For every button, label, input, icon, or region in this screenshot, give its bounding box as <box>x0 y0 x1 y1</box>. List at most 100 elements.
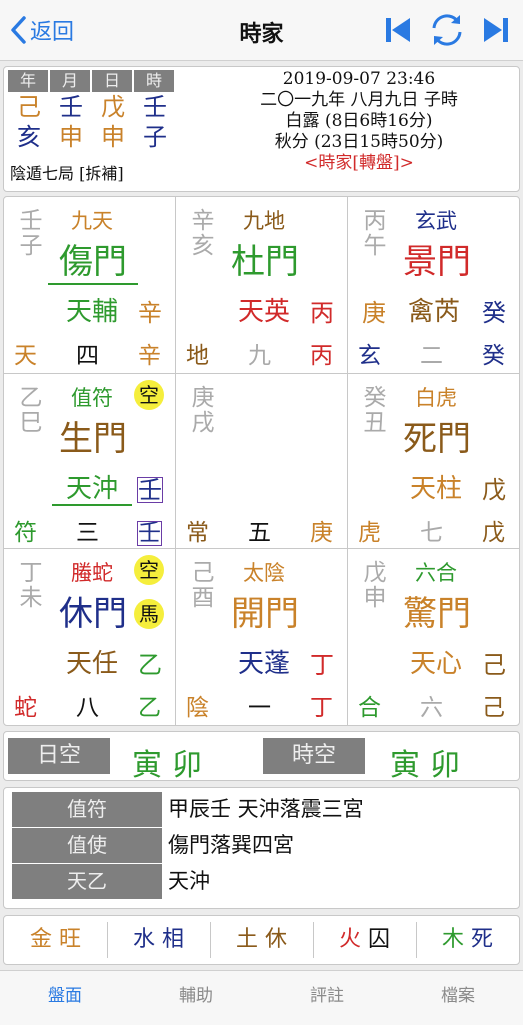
palace-heaven-stem: 己 <box>482 651 506 679</box>
palace-deity: 太陰 <box>243 561 285 585</box>
palace-deity: 值符 <box>71 386 113 410</box>
day-void-value: 寅卯 <box>132 748 212 783</box>
palace-stem-branch: 丁未 <box>19 560 43 611</box>
phase-element: 木 <box>441 927 464 952</box>
palace-heaven-stem: 壬 <box>137 476 163 504</box>
info-value: 傷門落巽四宮 <box>168 833 294 857</box>
solar-term-1: 白露 (8日6時16分) <box>285 111 433 131</box>
phase-element: 金 <box>29 927 52 952</box>
tab-board[interactable]: 盤面 <box>0 971 130 1025</box>
palace-dui[interactable]: 癸丑 白虎 死門 天柱 戊 虎 七 戊 <box>348 374 519 549</box>
skip-back-icon[interactable] <box>383 15 413 45</box>
palace-earth-stem: 癸 <box>482 343 505 369</box>
lunar-date: 二〇一九年 八月九日 子時 <box>260 90 458 110</box>
palace-star: 天任 <box>65 649 118 679</box>
tab-notes[interactable]: 評註 <box>262 971 392 1025</box>
year-branch: 亥 <box>17 123 41 151</box>
info-label: 天乙 <box>12 864 162 899</box>
skip-forward-icon[interactable] <box>481 15 511 45</box>
palace-stem-branch: 丙午 <box>363 208 387 259</box>
palace-star: 天輔 <box>65 297 118 327</box>
palace-gen[interactable]: 丁未 螣蛇 空 休門 馬 天任 乙 蛇 八 乙 <box>4 549 175 724</box>
palace-number: 八 <box>76 695 99 721</box>
palace-door: 開門 <box>231 594 299 634</box>
palace-heaven-stem: 辛 <box>138 299 162 327</box>
palace-door: 休門 <box>59 594 127 634</box>
palace-heaven-stem: 癸 <box>482 299 506 327</box>
palace-deity-short: 蛇 <box>14 695 37 721</box>
tab-auxiliary[interactable]: 輔助 <box>131 971 261 1025</box>
tab-files[interactable]: 檔案 <box>393 971 523 1025</box>
palace-xun[interactable]: 壬子 九天 傷門 天輔 辛 天 四 辛 <box>4 197 175 372</box>
solar-term-2: 秋分 (23日15時50分) <box>274 132 444 152</box>
back-button[interactable]: 返回 <box>10 14 74 46</box>
palace-door: 生門 <box>59 419 127 459</box>
phase-element: 水 <box>132 927 155 952</box>
phase-state: 旺 <box>59 927 82 952</box>
tab-bar: 盤面 輔助 評註 檔案 <box>0 970 523 1025</box>
palace-deity-short: 玄 <box>358 343 381 369</box>
palace-deity: 螣蛇 <box>71 561 113 585</box>
palace-stem-branch: 庚戌 <box>191 385 215 436</box>
palace-number: 五 <box>248 520 271 546</box>
palace-deity: 白虎 <box>415 386 457 410</box>
palace-earth-stem: 辛 <box>138 343 161 369</box>
month-stem: 壬 <box>59 93 83 121</box>
phase-state: 囚 <box>368 927 391 952</box>
phase-water: 水 相 <box>107 916 210 964</box>
void-badge: 空 <box>134 555 164 585</box>
palace-li[interactable]: 辛亥 九地 杜門 天英 丙 地 九 丙 <box>176 197 347 372</box>
palace-earth-stem: 丙 <box>310 343 333 369</box>
palace-earth-stem: 乙 <box>138 695 161 721</box>
palace-heaven-stem: 丁 <box>310 651 334 679</box>
palace-earth-stem: 己 <box>482 695 505 721</box>
palace-door: 傷門 <box>48 245 138 285</box>
palace-star: 天柱 <box>409 474 462 504</box>
phase-state: 死 <box>471 927 494 952</box>
palace-qian[interactable]: 戊申 六合 驚門 天心 己 合 六 己 <box>348 549 519 724</box>
palace-door: 驚門 <box>403 594 471 634</box>
phase-element: 土 <box>235 927 258 952</box>
palace-stem-branch: 壬子 <box>19 208 43 259</box>
palace-door: 死門 <box>403 419 471 459</box>
phase-element: 火 <box>338 927 361 952</box>
palace-kan[interactable]: 己酉 太陰 開門 天蓬 丁 陰 一 丁 <box>176 549 347 724</box>
info-label: 值符 <box>12 792 162 827</box>
day-void-label: 日空 <box>8 738 110 774</box>
chart-mode-link[interactable]: <時家[轉盤]> <box>204 153 514 174</box>
year-stem: 己 <box>17 93 41 121</box>
palace-center[interactable]: 庚戌 常 五 庚 <box>176 374 347 549</box>
phase-wood: 木 死 <box>416 916 519 964</box>
palace-heaven-stem: 丙 <box>310 299 334 327</box>
palace-number: 六 <box>420 695 443 721</box>
info-label: 值使 <box>12 828 162 863</box>
phase-metal: 金 旺 <box>4 916 107 964</box>
palace-earth-stem: 庚 <box>310 520 333 546</box>
palace-number: 九 <box>248 343 271 369</box>
month-branch: 申 <box>59 123 83 151</box>
back-label: 返回 <box>30 20 75 45</box>
phase-earth: 土 休 <box>210 916 313 964</box>
palace-stem-branch: 乙巳 <box>19 385 43 436</box>
palace-star: 天英 <box>237 297 290 327</box>
pillar-header-hour: 時 <box>134 70 174 92</box>
palace-stem-branch: 己酉 <box>191 560 215 611</box>
chart-header: 年 月 日 時 己 壬 戊 壬 亥 申 申 子 陰遁七局 [拆補] 2019-0… <box>3 66 520 192</box>
date-block: 2019-09-07 23:46 二〇一九年 八月九日 子時 白露 (8日6時1… <box>204 69 514 174</box>
five-phases-bar: 金 旺 水 相 土 休 火 囚 木 死 <box>3 915 520 965</box>
nav-bar: 返回 時家 <box>0 0 523 61</box>
phase-state: 休 <box>265 927 288 952</box>
phase-fire: 火 囚 <box>313 916 416 964</box>
palace-kun[interactable]: 丙午 玄武 景門 禽芮 庚 癸 玄 二 癸 <box>348 197 519 372</box>
palace-stem-branch: 戊申 <box>363 560 387 611</box>
day-stem: 戊 <box>101 93 125 121</box>
palace-number: 一 <box>248 695 271 721</box>
palace-earth-stem: 戊 <box>482 520 505 546</box>
palace-deity-short: 天 <box>14 343 37 369</box>
chevron-left-icon <box>11 16 26 44</box>
phase-state: 相 <box>162 927 185 952</box>
palace-earth-stem: 丁 <box>310 695 333 721</box>
palace-number: 四 <box>76 343 99 369</box>
palace-zhen[interactable]: 乙巳 值符 空 生門 天沖 壬 符 三 壬 <box>4 374 175 549</box>
refresh-icon[interactable] <box>427 12 467 48</box>
